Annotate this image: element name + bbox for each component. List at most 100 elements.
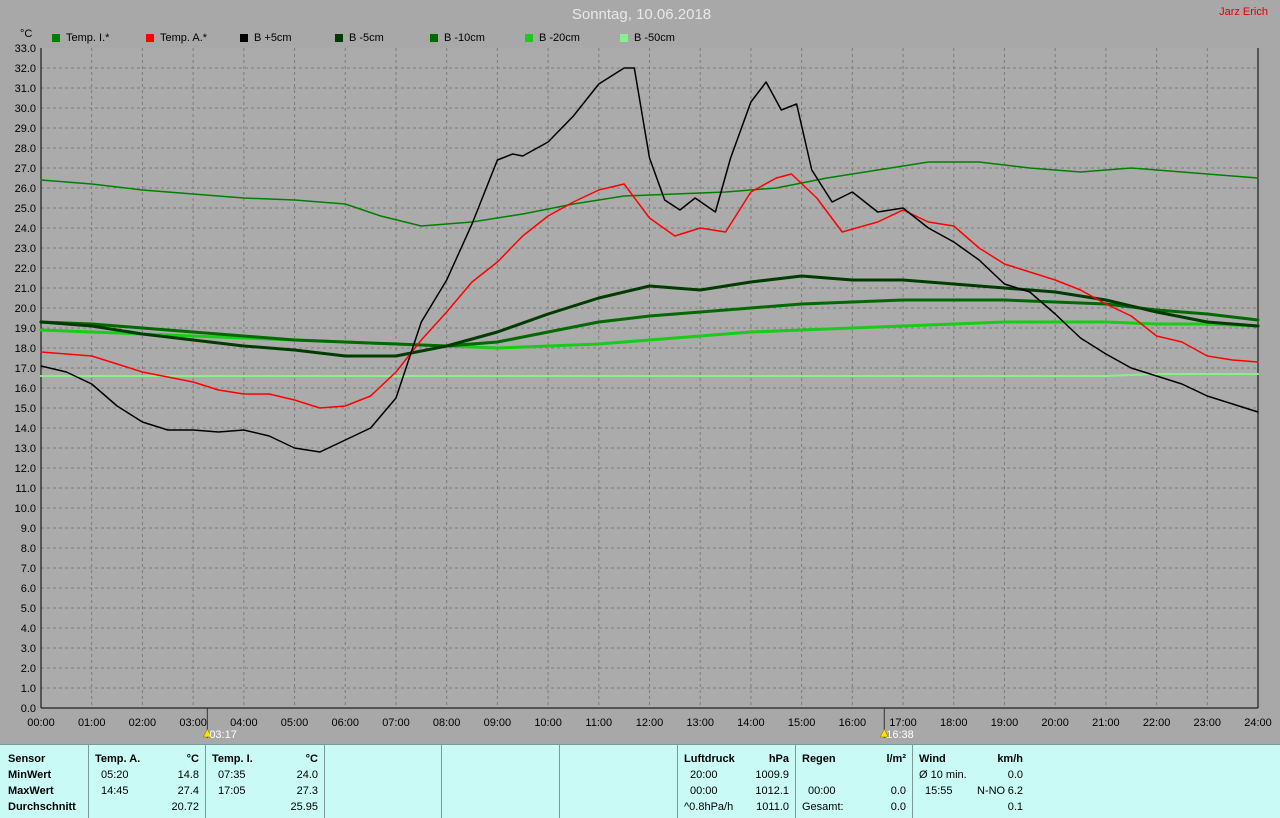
pressure-min-value: 1009.9 <box>755 769 789 781</box>
pressure-trend: ^0.8hPa/h <box>684 801 734 813</box>
y-tick-label: 33.0 <box>15 43 36 55</box>
stats-col-pressure: Luftdruck hPa 20:00 1009.9 00:00 1012.1 … <box>678 745 796 818</box>
y-tick-label: 26.0 <box>15 183 36 195</box>
x-tick-label: 21:00 <box>1092 717 1120 729</box>
y-tick-label: 6.0 <box>21 583 36 595</box>
y-tick-label: 17.0 <box>15 363 36 375</box>
wind-max-direction: N-NO <box>977 785 1006 797</box>
temp-i-header: Temp. I. <box>212 753 253 765</box>
legend-label: B -20cm <box>539 32 580 44</box>
x-tick-label: 08:00 <box>433 717 461 729</box>
rain-unit: l/m² <box>886 753 906 765</box>
rain-value: 0.0 <box>890 785 906 797</box>
sensor-header: Sensor <box>8 753 46 765</box>
legend-swatch <box>525 34 533 42</box>
temp-a-max-value: 27.4 <box>177 785 199 797</box>
marker-label: 03:17 <box>209 729 237 741</box>
pressure-max-time: 00:00 <box>690 785 718 797</box>
y-tick-label: 19.0 <box>15 323 36 335</box>
wind-third-value: 0.1 <box>1007 801 1023 813</box>
stats-col-temp-i: Temp. I. °C 07:35 24.0 17:05 27.3 25.95 <box>206 745 325 818</box>
y-tick-label: 31.0 <box>15 83 36 95</box>
y-tick-label: 12.0 <box>15 463 36 475</box>
temp-a-min-time: 05:20 <box>101 769 129 781</box>
legend-label: B +5cm <box>254 32 292 44</box>
legend-label: B -10cm <box>444 32 485 44</box>
y-tick-label: 8.0 <box>21 543 36 555</box>
rain-total-value: 0.0 <box>890 801 906 813</box>
pressure-avg-value: 1011.0 <box>756 801 789 813</box>
legend-swatch <box>146 34 154 42</box>
rain-header: Regen <box>802 753 836 765</box>
y-tick-label: 10.0 <box>15 503 36 515</box>
wind-max-value: 6.2 <box>1007 785 1023 797</box>
y-unit-label: °C <box>20 28 32 40</box>
y-tick-label: 29.0 <box>15 123 36 135</box>
y-tick-label: 9.0 <box>21 523 36 535</box>
y-tick-label: 18.0 <box>15 343 36 355</box>
temp-i-unit: °C <box>305 753 318 765</box>
x-tick-label: 09:00 <box>484 717 512 729</box>
x-tick-label: 16:00 <box>839 717 867 729</box>
temp-a-unit: °C <box>186 753 199 765</box>
legend-swatch <box>620 34 628 42</box>
y-tick-label: 25.0 <box>15 203 36 215</box>
temp-i-min-time: 07:35 <box>218 769 246 781</box>
y-tick-label: 11.0 <box>15 483 36 495</box>
temp-a-min-value: 14.8 <box>177 769 199 781</box>
temp-a-max-time: 14:45 <box>101 785 129 797</box>
pressure-min-time: 20:00 <box>690 769 718 781</box>
stats-col-empty-2 <box>442 745 560 818</box>
wind-avg-value: 0.0 <box>1007 769 1023 781</box>
marker-label: 16:38 <box>886 729 914 741</box>
wind-avg-label: Ø 10 min. <box>919 769 967 781</box>
stats-col-temp-a: Temp. A. °C 05:20 14.8 14:45 27.4 20.72 <box>89 745 206 818</box>
x-tick-label: 00:00 <box>27 717 55 729</box>
y-tick-label: 13.0 <box>15 443 36 455</box>
durchschnitt-label: Durchschnitt <box>8 801 76 813</box>
stats-col-empty-1 <box>325 745 442 818</box>
x-tick-label: 14:00 <box>737 717 765 729</box>
legend-label: Temp. A.* <box>160 32 208 44</box>
legend-item: B -50cm <box>620 32 675 44</box>
y-tick-label: 21.0 <box>15 283 36 295</box>
x-tick-label: 01:00 <box>78 717 106 729</box>
minwert-label: MinWert <box>8 769 52 781</box>
x-tick-label: 07:00 <box>382 717 410 729</box>
y-tick-label: 15.0 <box>15 403 36 415</box>
legend-label: B -50cm <box>634 32 675 44</box>
y-tick-label: 32.0 <box>15 63 36 75</box>
x-tick-label: 20:00 <box>1041 717 1069 729</box>
x-tick-label: 18:00 <box>940 717 968 729</box>
rain-time: 00:00 <box>808 785 836 797</box>
y-tick-label: 4.0 <box>21 623 36 635</box>
pressure-max-value: 1012.1 <box>755 785 789 797</box>
y-tick-label: 30.0 <box>15 103 36 115</box>
y-tick-label: 3.0 <box>21 643 36 655</box>
legend-swatch <box>240 34 248 42</box>
y-tick-label: 5.0 <box>21 603 36 615</box>
x-tick-label: 13:00 <box>686 717 714 729</box>
x-tick-label: 04:00 <box>230 717 258 729</box>
temp-a-header: Temp. A. <box>95 753 141 765</box>
legend-swatch <box>52 34 60 42</box>
temp-i-avg-value: 25.95 <box>290 801 318 813</box>
legend-item: B -10cm <box>430 32 485 44</box>
y-tick-label: 7.0 <box>21 563 36 575</box>
wind-unit: km/h <box>997 753 1023 765</box>
y-tick-label: 0.0 <box>21 703 36 715</box>
y-tick-label: 22.0 <box>15 263 36 275</box>
x-tick-label: 10:00 <box>534 717 562 729</box>
legend-item: Temp. A.* <box>146 32 207 44</box>
x-tick-label: 05:00 <box>281 717 309 729</box>
rain-total-label: Gesamt: <box>802 801 844 813</box>
stats-col-rain: Regen l/m² 00:00 0.0 Gesamt: 0.0 <box>796 745 913 818</box>
y-tick-label: 14.0 <box>15 423 36 435</box>
temp-i-min-value: 24.0 <box>296 769 318 781</box>
x-tick-label: 15:00 <box>788 717 816 729</box>
x-tick-label: 22:00 <box>1143 717 1171 729</box>
y-tick-label: 27.0 <box>15 163 36 175</box>
legend-item: B -5cm <box>335 32 384 44</box>
stats-col-sensor: Sensor MinWert MaxWert Durchschnitt <box>0 745 89 818</box>
x-tick-label: 17:00 <box>889 717 917 729</box>
